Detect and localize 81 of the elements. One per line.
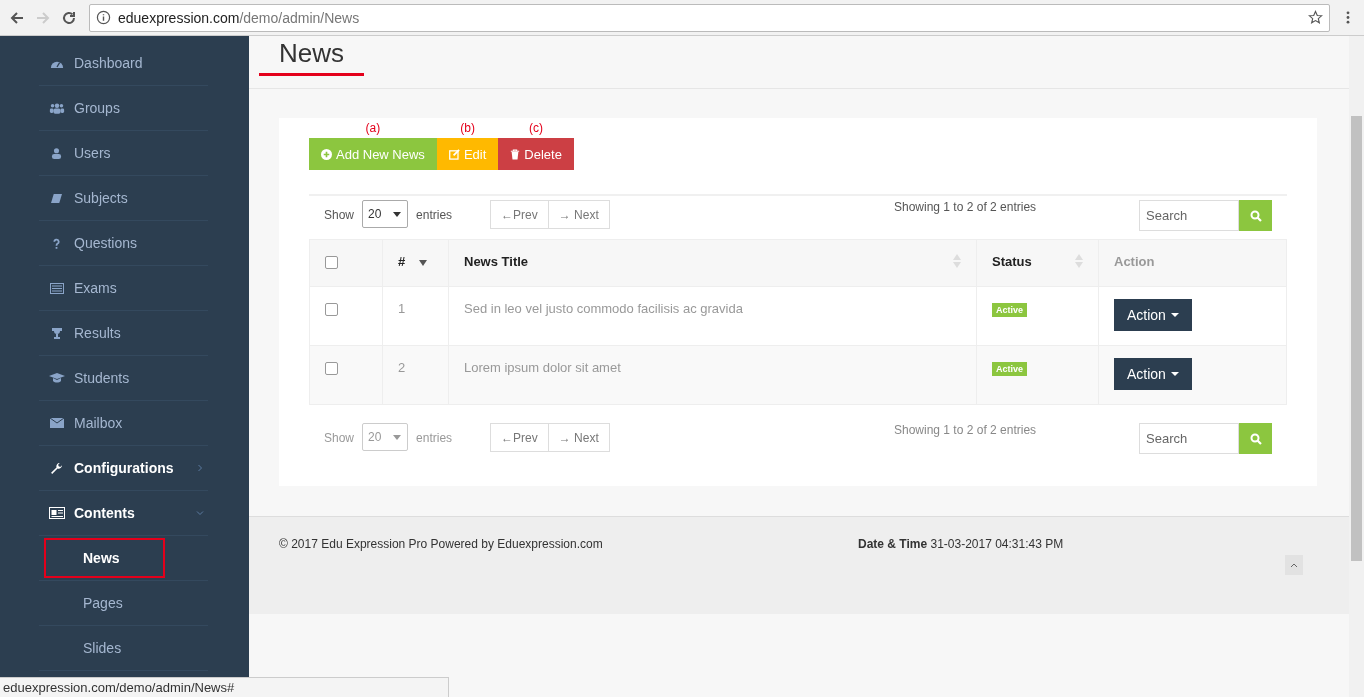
sidebar-subitem[interactable]: Pages <box>44 583 165 623</box>
column-header[interactable]: # <box>382 239 449 287</box>
sidebar-item[interactable]: Configurations <box>39 446 208 491</box>
reload-icon[interactable] <box>61 9 77 26</box>
date-time-text: Date & Time 31-03-2017 04:31:43 PM <box>858 537 1064 551</box>
copyright-text: © 2017 Edu Expression Pro Powered by Eduexpression.com <box>279 537 604 551</box>
back-icon[interactable] <box>9 9 25 26</box>
select-all-checkbox[interactable] <box>325 256 338 269</box>
edit-icon <box>448 148 460 160</box>
wrench-icon <box>50 461 63 475</box>
book-icon <box>50 192 63 204</box>
sort-icon <box>953 254 961 268</box>
next-button[interactable]: → Next <box>548 200 610 229</box>
menu-icon[interactable] <box>1346 10 1350 25</box>
scrollbar-thumb[interactable] <box>1351 116 1362 561</box>
page-length-select[interactable]: 20 <box>362 200 409 228</box>
status-url: eduexpression.com/demo/admin/News# <box>0 677 449 697</box>
column-header[interactable]: News Title <box>448 239 977 287</box>
status-badge: Active <box>992 303 1027 317</box>
sort-desc-icon <box>418 260 427 266</box>
info-icon <box>96 10 111 25</box>
entries-info: Showing 1 to 2 of 2 entries <box>894 200 1038 214</box>
star-icon[interactable] <box>1308 10 1323 25</box>
sidebar-item[interactable]: Exams <box>39 266 208 311</box>
graduation-cap-icon <box>48 372 65 384</box>
sidebar-item[interactable]: Results <box>39 311 208 356</box>
people-icon <box>48 102 65 114</box>
annotation-label: (c) <box>529 120 544 137</box>
plus-circle-icon <box>321 148 332 160</box>
caret-icon <box>393 212 402 217</box>
sidebar-item[interactable]: Questions <box>39 221 208 266</box>
sidebar-item[interactable]: Users <box>39 131 208 176</box>
trash-icon <box>510 148 521 160</box>
sidebar-item[interactable]: Subjects <box>39 176 208 221</box>
newspaper-icon <box>48 507 65 519</box>
table-cell: 2 <box>382 345 449 405</box>
sidebar-subitem[interactable]: News <box>44 538 165 578</box>
forward-icon[interactable] <box>35 9 51 26</box>
entries-info: Showing 1 to 2 of 2 entries <box>894 423 1038 437</box>
scrollbar[interactable] <box>1349 36 1364 697</box>
entries-label: entries <box>416 430 453 447</box>
page-title: News <box>259 36 364 76</box>
table-cell: 1 <box>382 286 449 346</box>
search-field[interactable]: Search <box>1139 200 1239 231</box>
table-cell: Lorem ipsum dolor sit amet <box>448 345 977 405</box>
column-header: Action <box>1098 239 1287 287</box>
status-badge: Active <box>992 362 1027 376</box>
show-label: Show <box>324 207 355 224</box>
sidebar-item[interactable]: Dashboard <box>39 41 208 86</box>
search-icon <box>1249 209 1262 222</box>
address-bar[interactable]: eduexpression.com/demo/admin/News <box>89 3 1330 32</box>
row-checkbox[interactable] <box>325 303 338 316</box>
question-icon <box>53 237 60 249</box>
prev-button[interactable]: ←Prev <box>490 200 549 229</box>
user-icon <box>51 147 62 159</box>
chevron-up-icon <box>1290 562 1298 568</box>
list-icon <box>49 282 64 294</box>
caret-icon <box>1170 313 1179 317</box>
caret-icon <box>1170 372 1179 376</box>
search-button[interactable] <box>1239 200 1272 231</box>
sidebar-item[interactable]: Contents <box>39 491 208 536</box>
sidebar-item[interactable]: Mailbox <box>39 401 208 446</box>
caret-icon <box>393 435 402 440</box>
sort-icon <box>1075 254 1083 268</box>
column-header[interactable]: Status <box>976 239 1099 287</box>
row-checkbox[interactable] <box>325 362 338 375</box>
search-button[interactable] <box>1239 423 1272 454</box>
search-icon <box>1249 432 1262 445</box>
annotation-label: (a) <box>365 120 381 137</box>
trophy-icon <box>50 327 63 339</box>
action-dropdown-button[interactable]: Action <box>1114 299 1192 331</box>
entries-label: entries <box>416 207 453 224</box>
action-dropdown-button[interactable]: Action <box>1114 358 1192 390</box>
show-label: Show <box>324 430 355 447</box>
sidebar-item[interactable]: Groups <box>39 86 208 131</box>
delete-button[interactable]: Delete <box>498 138 574 170</box>
envelope-icon <box>49 418 64 428</box>
sidebar-item[interactable]: Students <box>39 356 208 401</box>
table-cell: Sed in leo vel justo commodo facilisis ac gravida <box>448 286 977 346</box>
annotation-label: (b) <box>460 120 475 137</box>
sidebar-subitem[interactable]: Slides <box>44 628 165 668</box>
